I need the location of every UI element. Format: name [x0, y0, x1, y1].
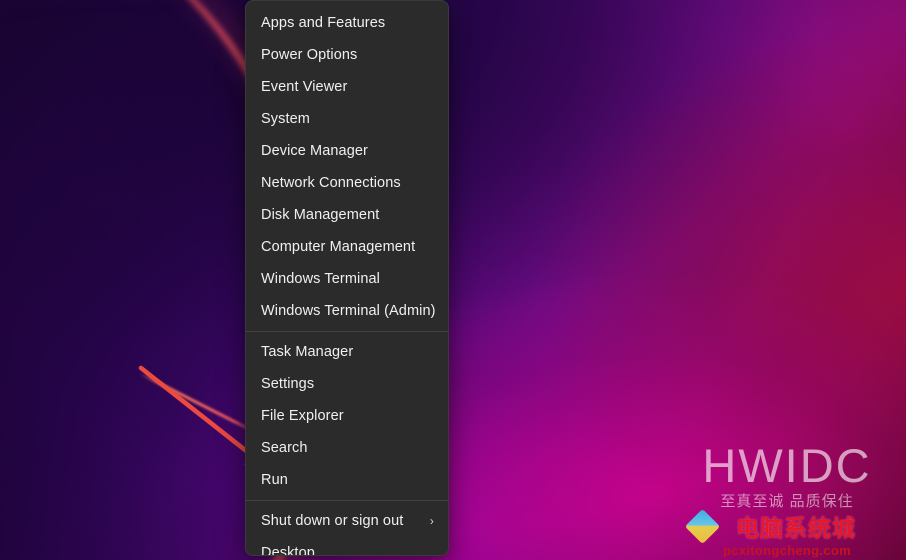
menu-item-label: Disk Management — [261, 207, 380, 223]
winx-context-menu[interactable]: Apps and Features Power Options Event View… — [245, 0, 449, 556]
menu-item-apps-and-features[interactable]: Apps and Features — [246, 7, 448, 39]
menu-item-label: Windows Terminal (Admin) — [261, 303, 436, 319]
menu-item-label: Network Connections — [261, 175, 401, 191]
menu-item-windows-terminal[interactable]: Windows Terminal — [246, 263, 448, 295]
menu-item-system[interactable]: System — [246, 103, 448, 135]
menu-item-label: Computer Management — [261, 239, 416, 255]
menu-item-windows-terminal-admin[interactable]: Windows Terminal (Admin) — [246, 295, 448, 327]
menu-item-power-options[interactable]: Power Options — [246, 39, 448, 71]
wallpaper-vignette — [0, 0, 906, 560]
menu-item-label: Windows Terminal — [261, 271, 380, 287]
menu-item-network-connections[interactable]: Network Connections — [246, 167, 448, 199]
menu-item-label: System — [261, 111, 310, 127]
menu-item-label: Power Options — [261, 47, 358, 63]
menu-item-label: File Explorer — [261, 408, 344, 424]
menu-item-run[interactable]: Run — [246, 464, 448, 496]
menu-item-desktop[interactable]: Desktop — [246, 537, 448, 556]
menu-item-event-viewer[interactable]: Event Viewer — [246, 71, 448, 103]
menu-item-label: Task Manager — [261, 344, 354, 360]
wallpaper-arc-streak — [139, 372, 257, 434]
menu-item-label: Run — [261, 472, 288, 488]
chevron-right-icon: › — [429, 514, 434, 528]
menu-item-label: Search — [261, 440, 308, 456]
menu-item-shut-down-or-sign-out[interactable]: Shut down or sign out › — [246, 505, 448, 537]
menu-item-file-explorer[interactable]: File Explorer — [246, 400, 448, 432]
menu-separator — [246, 500, 448, 501]
menu-item-label: Device Manager — [261, 143, 368, 159]
menu-item-label: Desktop — [261, 545, 315, 556]
screen: HWIDC 至真至诚 品质保住 电脑系统城 pcxitongcheng.com … — [0, 0, 906, 560]
menu-item-search[interactable]: Search — [246, 432, 448, 464]
desktop-wallpaper[interactable] — [0, 0, 906, 560]
menu-item-label: Apps and Features — [261, 15, 386, 31]
menu-item-label: Shut down or sign out — [261, 513, 404, 529]
menu-item-device-manager[interactable]: Device Manager — [246, 135, 448, 167]
menu-separator — [246, 331, 448, 332]
menu-item-settings[interactable]: Settings — [246, 368, 448, 400]
menu-item-task-manager[interactable]: Task Manager — [246, 336, 448, 368]
menu-item-disk-management[interactable]: Disk Management — [246, 199, 448, 231]
menu-item-label: Event Viewer — [261, 79, 348, 95]
menu-item-label: Settings — [261, 376, 315, 392]
menu-item-computer-management[interactable]: Computer Management — [246, 231, 448, 263]
